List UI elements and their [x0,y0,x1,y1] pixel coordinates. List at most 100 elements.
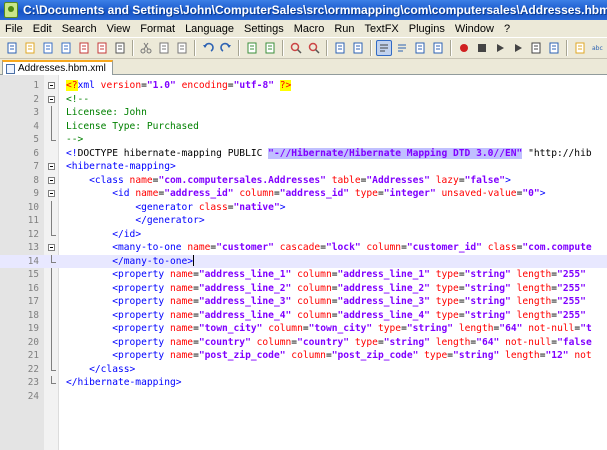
menu-window[interactable]: Window [450,23,499,35]
replace-button[interactable] [262,40,278,56]
fold-toggle-icon[interactable] [48,244,55,251]
menu-run[interactable]: Run [329,23,359,35]
code-editor[interactable]: 1 <?xml version="1.0" encoding="utf-8" ?>… [0,75,607,450]
menu-file[interactable]: File [0,23,28,35]
code-line[interactable]: 20 <property name="country" column="coun… [0,335,607,349]
open-file-button[interactable] [22,40,38,56]
indent-guide-button[interactable] [412,40,428,56]
code-line[interactable]: 11 </generator> [0,214,607,228]
save-macro-button[interactable] [528,40,544,56]
code-line[interactable]: 6 <!DOCTYPE hibernate-mapping PUBLIC "-//… [0,147,607,161]
token: name [187,242,211,253]
token: <! [66,147,78,159]
menu-format[interactable]: Format [135,23,180,35]
code-line[interactable]: 16 <property name="address_line_2" colum… [0,281,607,296]
sync-vertical-button[interactable] [332,40,348,56]
close-button[interactable] [76,40,92,56]
menu-macro[interactable]: Macro [289,23,330,35]
new-file-button[interactable] [4,40,20,56]
record-macro-button[interactable] [456,40,472,56]
menu-edit[interactable]: Edit [28,23,57,35]
trim-button[interactable] [546,40,562,56]
code-line[interactable]: 8 <class name="com.computersales.Address… [0,174,607,188]
code-text: <property name="address_line_2" column="… [66,282,586,296]
menu-language[interactable]: Language [180,23,239,35]
code-line[interactable]: 18 <property name="address_line_4" colum… [0,308,607,322]
code-line[interactable]: 14 </many-to-one> [0,254,607,269]
play-multiple-button[interactable] [510,40,526,56]
redo-button[interactable] [218,40,234,56]
menu-settings[interactable]: Settings [239,23,289,35]
show-all-chars-button[interactable] [394,40,410,56]
code-line[interactable]: 9 <id name="address_id" column="address_… [0,187,607,201]
code-line[interactable]: 22 </class> [0,362,607,377]
code-text: --> [66,133,83,147]
code-text: </many-to-one> [66,255,195,269]
code-line[interactable]: 4 License Type: Purchased [0,119,607,133]
play-macro-button[interactable] [492,40,508,56]
code-line[interactable]: 21 <property name="post_zip_code" column… [0,349,607,363]
code-line[interactable]: 19 <property name="town_city" column="to… [0,322,607,336]
stop-macro-button[interactable] [474,40,490,56]
abc-spellcheck-button[interactable]: abc [590,40,606,56]
token: "address_line_4" [198,309,292,321]
save-button[interactable] [40,40,56,56]
title-bar[interactable]: C:\Documents and Settings\John\ComputerS… [0,0,607,20]
fold-toggle-icon[interactable] [48,176,55,184]
code-line[interactable]: 24 [0,390,607,404]
code-text: <property name="address_line_1" column="… [66,268,586,282]
code-line[interactable]: 7 <hibernate-mapping> [0,160,607,174]
find-button[interactable] [244,40,260,56]
fold-toggle-icon[interactable] [48,163,55,170]
code-line[interactable]: 5 --> [0,133,607,147]
user-lang-button[interactable] [430,40,446,56]
fold-toggle-icon[interactable] [48,190,55,197]
paste-button[interactable] [174,40,190,56]
menu-view[interactable]: View [102,23,136,35]
line-number: 18 [27,309,39,321]
menu-plugins[interactable]: Plugins [404,23,450,35]
menu-search[interactable]: Search [57,23,102,35]
code-line[interactable]: 10 <generator class="native"> [0,200,607,214]
token: "customer_id" [406,242,482,253]
code-line[interactable]: 2 <!-- [0,93,607,107]
sync-horizontal-button[interactable] [350,40,366,56]
fold-guide [51,335,52,349]
code-line[interactable]: 15 <property name="address_line_1" colum… [0,268,607,282]
menu-textfx[interactable]: TextFX [360,23,404,35]
token: License Type: Purchased [66,120,199,132]
save-all-button[interactable] [58,40,74,56]
code-line[interactable]: 17 <property name="address_line_3" colum… [0,295,607,309]
window-title: C:\Documents and Settings\John\ComputerS… [22,3,607,17]
token: "customer" [216,242,274,253]
code-line[interactable]: 3 Licensee: John [0,106,607,120]
word-wrap-button[interactable] [376,40,392,56]
token: "address_line_3" [198,296,292,307]
print-button[interactable] [112,40,128,56]
token: name [129,174,153,186]
zoom-out-button[interactable] [306,40,322,56]
token: column [256,336,292,348]
code-text: <id name="address_id" column="address_id… [66,187,545,201]
code-line[interactable]: 12 </id> [0,227,607,242]
close-all-button[interactable] [94,40,110,56]
cut-button[interactable] [138,40,154,56]
code-line[interactable]: 23 </hibernate-mapping> [0,376,607,390]
code-line[interactable]: 13 <many-to-one name="customer" cascade=… [0,241,607,255]
zoom-in-button[interactable] [288,40,304,56]
folder-button[interactable] [572,40,588,56]
fold-toggle-icon[interactable] [48,82,55,89]
tab-addresses-hbm-xml[interactable]: Addresses.hbm.xml [2,60,113,75]
fold-toggle-icon[interactable] [48,95,55,103]
token: "lock" [325,242,361,253]
line-number: 10 [27,201,39,213]
copy-button[interactable] [156,40,172,56]
code-line[interactable]: 1 <?xml version="1.0" encoding="utf-8" ?> [0,79,607,93]
fold-guide [51,200,52,214]
code-text: <many-to-one name="customer" cascade="lo… [66,241,591,255]
menu-help[interactable]: ? [499,23,515,35]
undo-button[interactable] [200,40,216,56]
line-number: 9 [33,188,39,199]
token: type [354,188,378,199]
